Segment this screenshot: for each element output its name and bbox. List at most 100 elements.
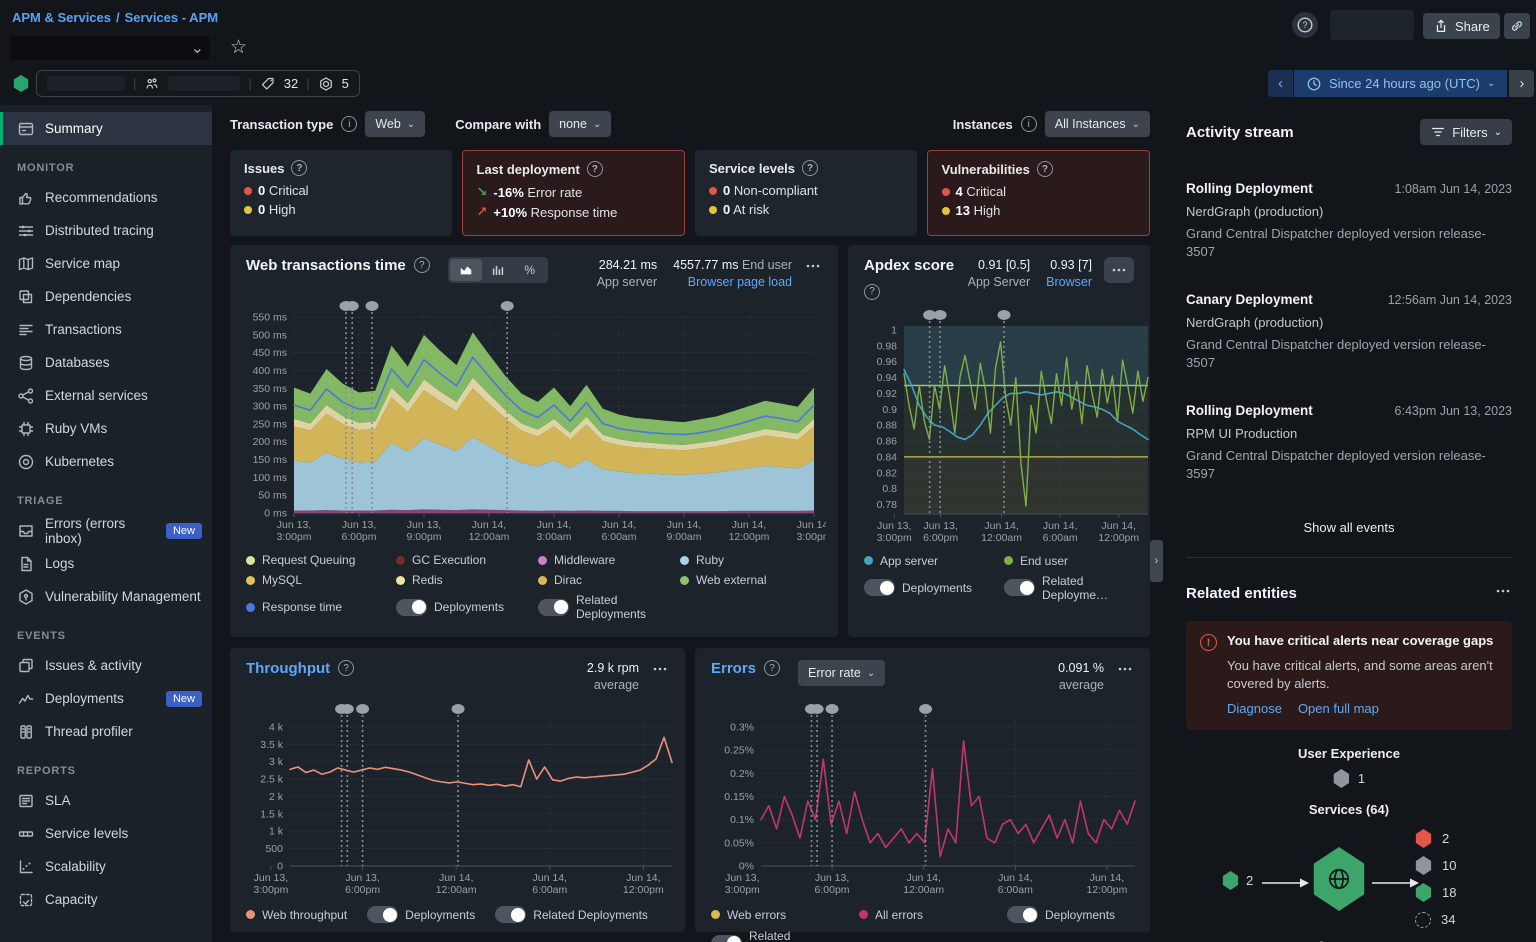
- panel-title-link[interactable]: Throughput: [246, 660, 330, 677]
- diagnose-link[interactable]: Diagnose: [1227, 701, 1282, 716]
- chart-type-area-button[interactable]: [450, 259, 482, 281]
- legend-web-throughput[interactable]: Web throughput: [246, 908, 347, 922]
- help-circle-icon[interactable]: ?: [587, 161, 603, 177]
- toggle-related-deployments[interactable]: Related Deployments: [495, 906, 648, 923]
- legend-mysql[interactable]: MySQL: [246, 573, 396, 587]
- browser-link[interactable]: Browser: [1046, 275, 1092, 289]
- throughput-chart[interactable]: 4 k3.5 k3 k2.5 k2 k1.5 k1 k5000Jun 13,3:…: [246, 702, 669, 900]
- panel-collapse-handle[interactable]: ›: [1150, 540, 1163, 582]
- sidebar-item-scalability[interactable]: Scalability: [0, 850, 212, 883]
- service-group-hexagon[interactable]: [1415, 829, 1432, 848]
- help-circle-icon[interactable]: ?: [414, 257, 430, 273]
- copy-link-button[interactable]: [1504, 13, 1530, 39]
- sidebar-item-databases[interactable]: Databases: [0, 346, 212, 379]
- legend-request-queuing[interactable]: Request Queuing: [246, 553, 396, 567]
- summary-card-service-levels[interactable]: Service levels?0 Non-compliant0 At risk: [695, 150, 917, 236]
- time-back-button[interactable]: ‹: [1268, 70, 1293, 97]
- share-button[interactable]: Share: [1423, 13, 1500, 39]
- legend-gc-execution[interactable]: GC Execution: [396, 553, 538, 567]
- legend-all-errors[interactable]: All errors: [859, 908, 1007, 922]
- open-full-map-link[interactable]: Open full map: [1298, 701, 1379, 716]
- show-all-events-link[interactable]: Show all events: [1186, 514, 1512, 558]
- help-circle-icon[interactable]: ?: [338, 660, 354, 676]
- chart-type-percent-button[interactable]: %: [514, 259, 546, 281]
- legend-web-errors[interactable]: Web errors: [711, 908, 859, 922]
- service-group-hexagon[interactable]: [1415, 883, 1432, 902]
- sidebar-item-summary[interactable]: Summary: [0, 112, 212, 145]
- info-icon[interactable]: i: [341, 116, 357, 132]
- entity-selector-dropdown[interactable]: ⌄: [10, 36, 210, 60]
- panel-menu-button[interactable]: [804, 257, 822, 280]
- toggle-switch[interactable]: [711, 935, 742, 942]
- legend-app-server[interactable]: App server: [864, 554, 1004, 568]
- help-circle-icon[interactable]: ?: [291, 160, 307, 176]
- toggle-related-deployme[interactable]: Related Deployme…: [1004, 574, 1134, 602]
- sidebar-item-issues-activity[interactable]: Issues & activity: [0, 649, 212, 682]
- help-circle-icon[interactable]: ?: [802, 160, 818, 176]
- toggle-switch[interactable]: [1004, 579, 1035, 596]
- current-service-hexagon[interactable]: [1311, 847, 1367, 911]
- time-range-dropdown[interactable]: Since 24 hours ago (UTC) ⌄: [1294, 70, 1507, 97]
- apdex-chart[interactable]: 10.980.960.940.920.90.880.860.840.820.80…: [864, 308, 1134, 548]
- browser-page-load-link[interactable]: Browser page load: [688, 275, 792, 289]
- sidebar-item-ruby-vms[interactable]: Ruby VMs: [0, 412, 212, 445]
- toggle-deployments[interactable]: Deployments: [367, 906, 475, 923]
- summary-card-issues[interactable]: Issues?0 Critical0 High: [230, 150, 452, 236]
- legend-redis[interactable]: Redis: [396, 573, 538, 587]
- compare-with-dropdown[interactable]: none⌄: [549, 111, 611, 137]
- toggle-deployments[interactable]: Deployments: [396, 599, 538, 616]
- toggle-switch[interactable]: [538, 599, 569, 616]
- breadcrumb-services-apm[interactable]: Services - APM: [125, 10, 218, 25]
- time-forward-button[interactable]: ›: [1509, 70, 1534, 97]
- toggle-deployments[interactable]: Deployments: [864, 579, 1004, 596]
- summary-card-last-deployment[interactable]: Last deployment?↘-16% Error rate↗+10% Re…: [462, 150, 686, 236]
- sidebar-item-transactions[interactable]: Transactions: [0, 313, 212, 346]
- web-transactions-chart[interactable]: 550 ms500 ms450 ms400 ms350 ms300 ms250 …: [246, 299, 822, 547]
- activity-event[interactable]: Rolling Deployment1:08am Jun 14, 2023Ner…: [1186, 181, 1512, 261]
- toggle-related-deployments[interactable]: Related Deployments: [538, 593, 680, 621]
- panel-menu-button[interactable]: [1116, 660, 1134, 683]
- help-circle-icon[interactable]: ?: [764, 660, 780, 676]
- user-experience-node[interactable]: 1: [1186, 769, 1512, 788]
- legend-middleware[interactable]: Middleware: [538, 553, 680, 567]
- activity-event[interactable]: Canary Deployment12:56am Jun 14, 2023Ner…: [1186, 292, 1512, 372]
- legend-end-user[interactable]: End user: [1004, 554, 1134, 568]
- toggle-deployments[interactable]: Deployments: [1007, 906, 1134, 923]
- sidebar-item-kubernetes[interactable]: Kubernetes: [0, 445, 212, 478]
- sidebar-item-recommendations[interactable]: Recommendations: [0, 181, 212, 214]
- legend-response-time[interactable]: Response time: [246, 600, 396, 614]
- sidebar-item-capacity[interactable]: Capacity: [0, 883, 212, 916]
- sidebar-item-dependencies[interactable]: Dependencies: [0, 280, 212, 313]
- sidebar-item-errors-errors-inbox[interactable]: Errors (errors inbox)New: [0, 514, 212, 547]
- related-entities-menu-button[interactable]: [1494, 582, 1512, 605]
- upstream-service-hexagon[interactable]: [1222, 871, 1239, 890]
- error-rate-dropdown[interactable]: Error rate⌄: [798, 660, 885, 686]
- panel-menu-button[interactable]: [651, 660, 669, 683]
- legend-dirac[interactable]: Dirac: [538, 573, 680, 587]
- sidebar-item-external-services[interactable]: External services: [0, 379, 212, 412]
- sidebar-item-vulnerability-management[interactable]: Vulnerability Management: [0, 580, 212, 613]
- sidebar-item-service-map[interactable]: Service map: [0, 247, 212, 280]
- sidebar-item-service-levels[interactable]: Service levels: [0, 817, 212, 850]
- favorite-star-icon[interactable]: ☆: [230, 36, 247, 59]
- entity-meta-pill[interactable]: | | 32 | 5: [36, 70, 360, 97]
- sidebar-item-thread-profiler[interactable]: Thread profiler: [0, 715, 212, 748]
- toggle-switch[interactable]: [367, 906, 398, 923]
- service-group-dashed-circle[interactable]: [1415, 912, 1431, 928]
- legend-web-external[interactable]: Web external: [680, 573, 822, 587]
- legend-ruby[interactable]: Ruby: [680, 553, 822, 567]
- sidebar-item-distributed-tracing[interactable]: Distributed tracing: [0, 214, 212, 247]
- help-circle-icon[interactable]: ?: [864, 284, 880, 300]
- panel-title-link[interactable]: Errors: [711, 660, 756, 677]
- info-icon[interactable]: i: [1021, 116, 1037, 132]
- filters-button[interactable]: Filters ⌄: [1420, 119, 1512, 145]
- toggle-switch[interactable]: [495, 906, 526, 923]
- sidebar-item-logs[interactable]: Logs: [0, 547, 212, 580]
- toggle-switch[interactable]: [864, 579, 895, 596]
- errors-chart[interactable]: 0.3%0.25%0.2%0.15%0.1%0.05%0%Jun 13,3:00…: [711, 702, 1134, 900]
- sidebar-item-sla[interactable]: SLA: [0, 784, 212, 817]
- help-circle-icon[interactable]: ?: [1037, 161, 1053, 177]
- instances-dropdown[interactable]: All Instances⌄: [1045, 111, 1150, 137]
- panel-menu-button[interactable]: [1104, 257, 1134, 283]
- help-button[interactable]: ?: [1292, 12, 1318, 38]
